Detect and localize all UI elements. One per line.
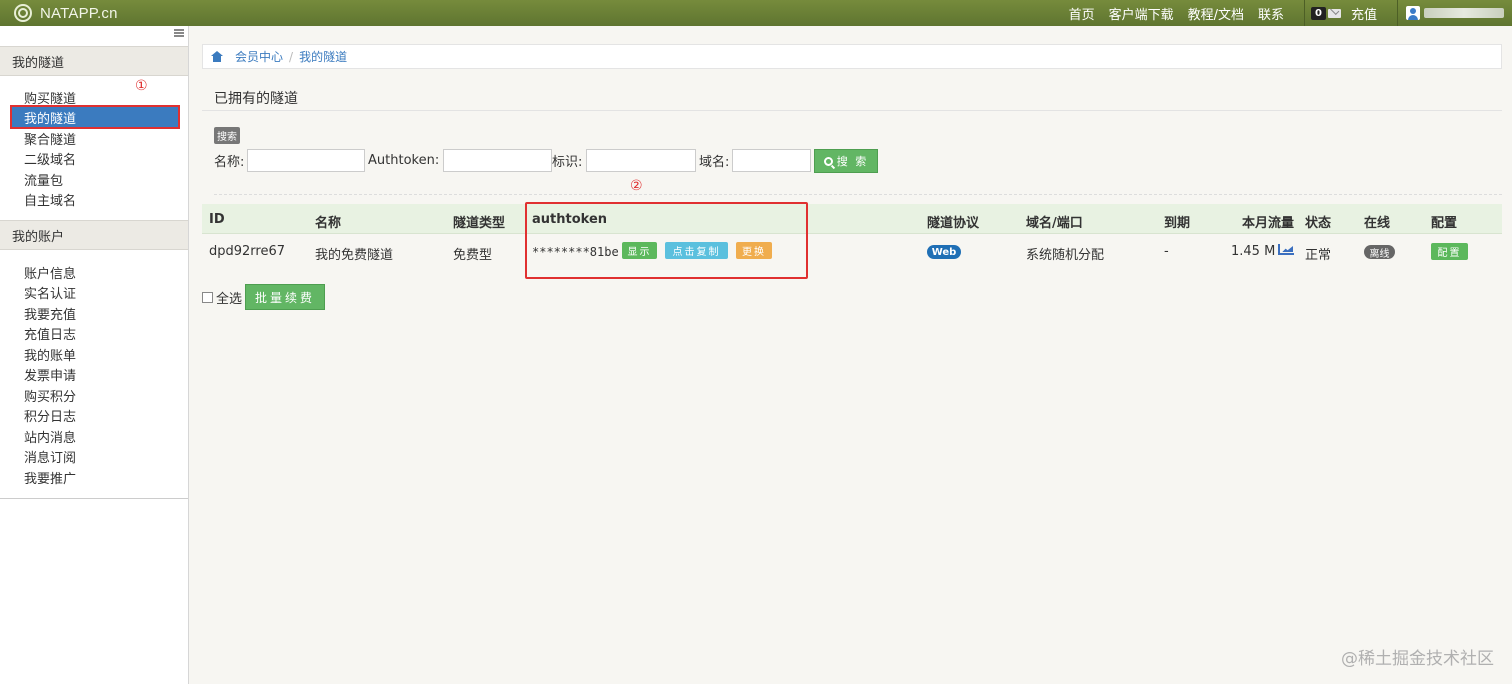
sidebar-item-subdomain[interactable]: 二级域名 <box>12 148 178 168</box>
annotation-marker-1: ① <box>135 78 148 94</box>
brand-name: NATAPP.cn <box>40 4 118 22</box>
breadcrumb: 会员中心 / 我的隧道 <box>202 44 1502 69</box>
search-name-group: 名称: <box>214 149 366 172</box>
nav-divider <box>1304 0 1306 26</box>
col-type: 隧道类型 <box>453 216 506 231</box>
col-domain: 域名/端口 <box>1026 216 1083 231</box>
sidebar-item-messages[interactable]: 站内消息 <box>12 426 178 446</box>
sidebar-item-points-log[interactable]: 积分日志 <box>12 405 178 425</box>
col-config: 配置 <box>1431 216 1458 231</box>
username-redacted[interactable] <box>1424 8 1504 18</box>
sidebar-item-recharge-log[interactable]: 充值日志 <box>12 323 178 343</box>
brand[interactable]: NATAPP.cn <box>14 0 118 26</box>
authtoken-label: Authtoken: <box>368 153 440 168</box>
tag-label: 标识: <box>552 155 583 170</box>
row-id: dpd92rre67 <box>209 244 286 259</box>
mail-icon[interactable] <box>1327 8 1341 18</box>
name-label: 名称: <box>214 155 245 170</box>
home-icon[interactable] <box>211 51 223 62</box>
sidebar-divider <box>0 498 188 499</box>
col-online: 在线 <box>1364 216 1391 231</box>
authtoken-input[interactable] <box>443 149 553 172</box>
row-domain: 系统随机分配 <box>1026 248 1105 263</box>
nav-docs-link[interactable]: 教程/文档 <box>1188 4 1244 23</box>
title-divider <box>202 110 1502 111</box>
table-row: dpd92rre67 我的免费隧道 免费型 ********81be 系统随机分… <box>202 235 1502 267</box>
sidebar-item-recharge[interactable]: 我要充值 <box>12 303 178 323</box>
user-icon[interactable] <box>1406 6 1420 20</box>
sidebar-item-verification[interactable]: 实名认证 <box>12 282 178 302</box>
row-status: 正常 <box>1305 248 1332 263</box>
search-button[interactable]: 搜 索 <box>814 149 878 173</box>
watermark: @稀土掘金技术社区 <box>1341 649 1494 669</box>
search-divider <box>214 194 1502 195</box>
search-button-label: 搜 索 <box>836 155 869 168</box>
search-section-label: 搜索 <box>214 127 240 144</box>
sidebar-item-buy-tunnel[interactable]: 购买隧道 <box>12 87 178 107</box>
col-traffic: 本月流量 <box>1242 216 1295 231</box>
tag-input[interactable] <box>586 149 697 172</box>
col-status: 状态 <box>1305 216 1332 231</box>
row-expire: - <box>1164 244 1169 259</box>
col-name: 名称 <box>315 216 342 231</box>
sidebar-item-custom-domain[interactable]: 自主域名 <box>12 189 178 209</box>
search-domain-group: 域名: <box>699 149 812 172</box>
sidebar-item-bill[interactable]: 我的账单 <box>12 344 178 364</box>
sidebar-section-tunnels: 我的隧道 <box>0 46 188 76</box>
traffic-chart-icon[interactable] <box>1278 244 1294 255</box>
table-header: ID 名称 隧道类型 authtoken 隧道协议 域名/端口 到期 本月流量 … <box>202 204 1502 234</box>
row-traffic: 1.45 M <box>1231 244 1276 259</box>
select-all-checkbox[interactable] <box>202 292 213 303</box>
nav-download-link[interactable]: 客户端下载 <box>1109 4 1174 23</box>
sidebar-item-subscriptions[interactable]: 消息订阅 <box>12 446 178 466</box>
breadcrumb-member-center[interactable]: 会员中心 <box>235 48 283 65</box>
select-all-group: 全选 <box>202 288 242 307</box>
top-navbar: NATAPP.cn 首页 客户端下载 教程/文档 联系 0 充值 <box>0 0 1512 26</box>
logo-icon <box>14 4 32 22</box>
domain-label: 域名: <box>699 155 730 170</box>
search-tag-group: 标识: <box>552 149 697 172</box>
annotation-marker-2: ② <box>630 178 643 194</box>
sidebar-item-promotion[interactable]: 我要推广 <box>12 467 178 487</box>
nav-contact-link[interactable]: 联系 <box>1258 4 1284 23</box>
sidebar-item-my-tunnels[interactable]: 我的隧道 <box>10 105 180 129</box>
row-type: 免费型 <box>453 248 493 263</box>
search-icon <box>823 156 833 166</box>
row-name: 我的免费隧道 <box>315 248 394 263</box>
sidebar-item-traffic-pack[interactable]: 流量包 <box>12 169 178 189</box>
breadcrumb-my-tunnels[interactable]: 我的隧道 <box>299 48 347 65</box>
sidebar-item-invoice[interactable]: 发票申请 <box>12 364 178 384</box>
nav-recharge-link[interactable]: 充值 <box>1351 4 1377 23</box>
nav-home-link[interactable]: 首页 <box>1069 4 1095 23</box>
protocol-badge: Web <box>927 245 961 259</box>
col-protocol: 隧道协议 <box>927 216 980 231</box>
collapse-menu-icon[interactable] <box>174 29 184 37</box>
message-count-badge[interactable]: 0 <box>1311 6 1326 20</box>
top-nav-links: 首页 客户端下载 教程/文档 联系 0 充值 <box>1069 0 1512 26</box>
col-id: ID <box>209 212 225 227</box>
online-status-badge: 离线 <box>1364 245 1395 260</box>
sidebar-item-aggregate-tunnel[interactable]: 聚合隧道 <box>12 128 178 148</box>
config-button[interactable]: 配置 <box>1431 243 1468 260</box>
page-title: 已拥有的隧道 <box>214 91 298 107</box>
batch-renew-button[interactable]: 批量续费 <box>245 284 325 310</box>
sidebar: 我的隧道 购买隧道 我的隧道 聚合隧道 二级域名 流量包 自主域名 我的账户 账… <box>0 26 189 684</box>
sidebar-item-buy-points[interactable]: 购买积分 <box>12 385 178 405</box>
sidebar-item-account-info[interactable]: 账户信息 <box>12 262 178 282</box>
search-authtoken-group: Authtoken: <box>368 149 553 172</box>
breadcrumb-separator: / <box>289 49 294 64</box>
select-all-label: 全选 <box>216 292 243 307</box>
domain-input[interactable] <box>732 149 812 172</box>
nav-divider <box>1397 0 1398 26</box>
name-input[interactable] <box>247 149 366 172</box>
authtoken-highlight-box <box>525 202 808 279</box>
col-expire: 到期 <box>1164 216 1191 231</box>
sidebar-section-account: 我的账户 <box>0 220 188 250</box>
